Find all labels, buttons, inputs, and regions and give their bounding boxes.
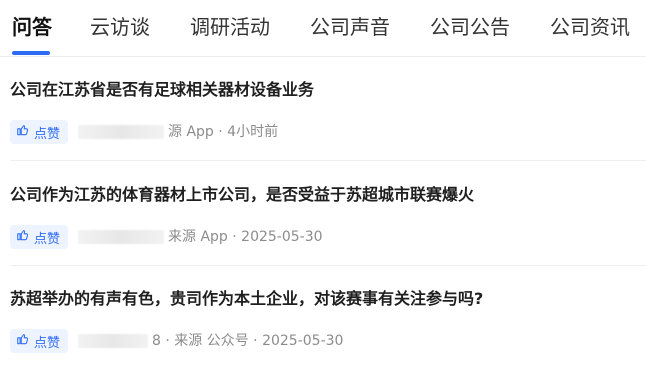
like-button[interactable]: 点赞 (10, 329, 69, 353)
blurred-user-name (78, 230, 165, 244)
source-time-text: 来源 App · 2025-05-30 (168, 229, 323, 245)
like-button-label: 点赞 (34, 231, 61, 247)
question-list-item[interactable]: 公司作为江苏的体育器材上市公司，是否受益于苏超城市联赛爆火 点赞 来源 App … (0, 183, 646, 287)
source-time-text: 8 · 来源 公众号 · 2025-05-30 (152, 333, 344, 349)
thumbs-up-icon (16, 332, 34, 350)
meta-source-time: 源 App · 4小时前 (78, 120, 278, 144)
item-divider (10, 160, 646, 161)
like-button-label: 点赞 (34, 126, 61, 142)
tab-company-announcement[interactable]: 公司公告 (430, 11, 510, 43)
tab-company-news[interactable]: 公司资讯 (550, 11, 630, 43)
question-title[interactable]: 公司作为江苏的体育器材上市公司，是否受益于苏超城市联赛爆火 (10, 183, 474, 207)
blurred-user-name (78, 125, 165, 139)
item-divider (10, 265, 646, 266)
like-button[interactable]: 点赞 (10, 120, 69, 144)
question-list-item[interactable]: 公司在江苏省是否有足球相关器材设备业务 点赞 源 App · 4小时前 (0, 78, 646, 182)
tab-bar: 问答 云访谈 调研活动 公司声音 公司公告 公司资讯 (0, 0, 646, 57)
tab-cloud-interview[interactable]: 云访谈 (90, 11, 150, 43)
tab-qa[interactable]: 问答 (12, 11, 52, 43)
question-title[interactable]: 公司在江苏省是否有足球相关器材设备业务 (10, 78, 314, 102)
question-list-item[interactable]: 苏超举办的有声有色，贵司作为本土企业，对该赛事有关注参与吗? 点赞 8 · 来源… (0, 287, 646, 391)
like-button[interactable]: 点赞 (10, 225, 69, 249)
tab-research-activity[interactable]: 调研活动 (190, 11, 270, 43)
question-meta: 点赞 8 · 来源 公众号 · 2025-05-30 (10, 329, 343, 353)
meta-source-time: 8 · 来源 公众号 · 2025-05-30 (78, 329, 343, 353)
question-title[interactable]: 苏超举办的有声有色，贵司作为本土企业，对该赛事有关注参与吗? (10, 287, 483, 311)
thumbs-up-icon (16, 228, 34, 246)
source-time-text: 源 App · 4小时前 (168, 124, 279, 140)
like-button-label: 点赞 (34, 335, 61, 351)
question-meta: 点赞 源 App · 4小时前 (10, 120, 278, 144)
tab-company-voice[interactable]: 公司声音 (310, 11, 390, 43)
meta-source-time: 来源 App · 2025-05-30 (78, 225, 323, 249)
thumbs-up-icon (16, 123, 34, 141)
blurred-user-name (78, 334, 149, 348)
active-tab-indicator (12, 51, 50, 55)
question-meta: 点赞 来源 App · 2025-05-30 (10, 225, 323, 249)
